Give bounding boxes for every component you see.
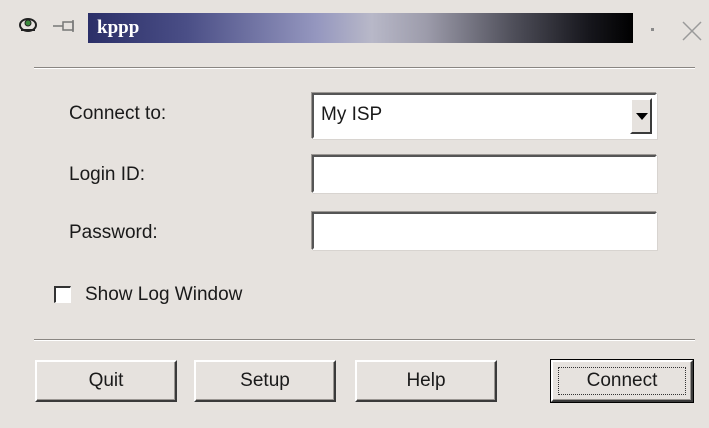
close-icon[interactable] [680,19,704,43]
window-title: kppp [97,17,140,38]
pin-icon[interactable] [52,19,82,33]
top-separator [34,67,695,69]
show-log-label[interactable]: Show Log Window [85,284,242,306]
title-bar[interactable]: kppp [0,0,709,43]
app-icon[interactable] [18,15,44,35]
bottom-separator [34,339,695,341]
password-field[interactable] [312,212,657,250]
show-log-checkbox[interactable] [54,286,71,303]
connect-label: Connect [586,370,658,391]
help-button[interactable]: Help [355,360,497,402]
connect-to-select[interactable]: My ISP [312,93,657,139]
help-label: Help [406,370,446,391]
connect-to-value: My ISP [321,104,383,125]
title-gradient[interactable]: kppp [88,13,633,43]
login-id-label: Login ID: [69,164,146,185]
quit-label: Quit [88,370,124,391]
setup-label: Setup [240,370,290,391]
quit-button[interactable]: Quit [35,360,177,402]
setup-button[interactable]: Setup [194,360,336,402]
dropdown-button[interactable] [630,98,652,134]
minimize-icon[interactable] [651,28,654,31]
connect-to-label: Connect to: [69,103,167,124]
connect-button[interactable]: Connect [550,359,694,403]
login-id-field[interactable] [312,155,657,193]
password-label: Password: [69,222,158,243]
kppp-window: kppp Connect to: My ISP Login ID: Passwo… [0,0,709,428]
chevron-down-icon [636,113,648,120]
